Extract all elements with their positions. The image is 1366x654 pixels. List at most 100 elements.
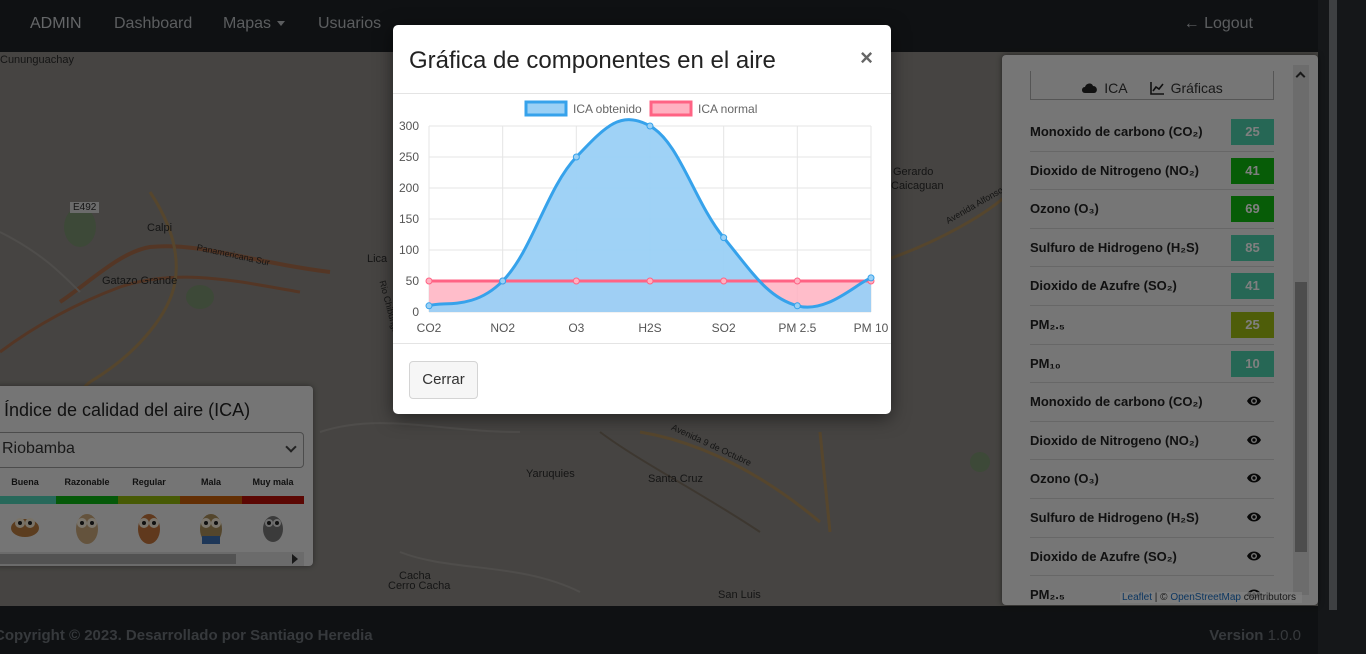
ica-color-swatch	[118, 496, 180, 504]
logout-link[interactable]: ← Logout	[1184, 15, 1253, 33]
cloud-icon	[1082, 83, 1098, 93]
y-tick-label: 300	[399, 119, 419, 133]
x-tick-label: O3	[568, 321, 584, 335]
x-tick-label: NO2	[490, 321, 515, 335]
component-row: Dioxido de Azufre (SO₂) 41	[1030, 267, 1274, 306]
component-chart-row: Monoxido de carbono (CO₂)	[1030, 383, 1274, 422]
map-attribution: Leaflet | © OpenStreetMap contributors	[1120, 592, 1302, 603]
tab-ica-label: ICA	[1104, 80, 1128, 96]
component-name: Monoxido de carbono (CO₂)	[1030, 394, 1203, 410]
nav-usuarios[interactable]: Usuarios	[318, 15, 381, 33]
x-tick-label: SO2	[712, 321, 736, 335]
components-list: Monoxido de carbono (CO₂) 25 Dioxido de Ni…	[1030, 113, 1274, 605]
component-value-badge: 10	[1231, 350, 1274, 377]
city-select[interactable]: Riobamba	[0, 432, 304, 468]
ica-color-scale	[0, 496, 304, 504]
data-point[interactable]	[425, 302, 433, 310]
eye-icon[interactable]	[1246, 433, 1262, 451]
eye-icon[interactable]	[1246, 510, 1262, 528]
ica-color-swatch	[0, 496, 56, 504]
data-point[interactable]	[499, 277, 507, 285]
legend-label[interactable]: ICA normal	[698, 102, 757, 116]
component-row: Ozono (O₃) 69	[1030, 190, 1274, 229]
data-point[interactable]	[867, 274, 875, 282]
legend-label[interactable]: ICA obtenido	[573, 102, 642, 116]
component-name: Ozono (O₃)	[1030, 471, 1099, 487]
component-name: Dioxido de Nitrogeno (NO₂)	[1030, 162, 1199, 178]
ica-color-swatch	[242, 496, 304, 504]
arrow-left-icon: ←	[1183, 15, 1200, 32]
nav-dashboard[interactable]: Dashboard	[114, 15, 192, 33]
components-scroll-thumb[interactable]	[1295, 282, 1307, 552]
leaflet-link[interactable]: Leaflet	[1122, 592, 1152, 603]
map-label: Cerro Cacha	[388, 580, 451, 592]
logout-label: Logout	[1204, 15, 1253, 32]
component-name: Sulfuro de Hidrogeno (H₂S)	[1030, 239, 1199, 255]
tab-graficas-label: Gráficas	[1170, 80, 1223, 96]
ica-legend-hscrollbar[interactable]	[0, 552, 304, 566]
ica-category-label: Muy mala	[252, 477, 294, 487]
owl-icon-mala	[180, 508, 242, 546]
close-icon[interactable]: ×	[860, 45, 873, 71]
component-chart-row: Ozono (O₃)	[1030, 460, 1274, 499]
osm-link[interactable]: OpenStreetMap	[1170, 592, 1241, 603]
data-point[interactable]	[793, 302, 801, 310]
component-name: PM₂.₅	[1030, 316, 1065, 332]
owl-icon-buena	[0, 508, 56, 546]
eye-icon[interactable]	[1246, 471, 1262, 489]
attribution-suffix: contributors	[1240, 592, 1296, 603]
data-point[interactable]	[793, 277, 801, 285]
tab-ica[interactable]: ICA	[1081, 77, 1128, 99]
chevron-right-icon[interactable]	[292, 554, 298, 564]
ica-category-label: Razonable	[64, 477, 110, 487]
component-value-badge: 41	[1231, 157, 1274, 184]
data-point[interactable]	[720, 234, 728, 242]
modal-body: 0 50 100 150 200 250 300 CO2 NO2 O3 H2S SO2 PM 2.5 PM…	[393, 94, 891, 344]
component-name: Dioxido de Azufre (SO₂)	[1030, 278, 1177, 294]
map-label: San Luis	[718, 589, 761, 601]
y-tick-label: 0	[412, 305, 419, 319]
y-tick-label: 150	[399, 212, 419, 226]
page-scrollbar[interactable]	[1318, 0, 1366, 654]
component-value-badge: 85	[1231, 234, 1274, 261]
nav-mapas-dropdown[interactable]: Mapas	[223, 15, 286, 33]
component-value-badge: 41	[1231, 273, 1274, 300]
map-label: Caicaguan	[891, 180, 944, 192]
y-tick-label: 200	[399, 181, 419, 195]
attribution-separator: | ©	[1152, 592, 1171, 603]
legend-swatch[interactable]	[524, 100, 568, 117]
owl-icon-razonable	[56, 508, 118, 546]
eye-icon[interactable]	[1246, 394, 1262, 412]
data-point[interactable]	[572, 277, 580, 285]
component-chart-row: Dioxido de Azufre (SO₂)	[1030, 538, 1274, 577]
x-tick-label: PM 2.5	[778, 321, 816, 335]
components-panel: ICA Gráficas Monoxido de carbono (CO₂) 25…	[1002, 55, 1318, 605]
data-point[interactable]	[646, 277, 654, 285]
map-label: E492	[70, 202, 100, 213]
data-point[interactable]	[572, 153, 580, 161]
chevron-up-icon[interactable]	[1295, 71, 1306, 82]
data-point[interactable]	[720, 277, 728, 285]
tab-graficas[interactable]: Gráficas	[1149, 77, 1223, 99]
data-point[interactable]	[425, 277, 433, 285]
brand-link[interactable]: ADMIN	[30, 15, 82, 33]
ica-legend-panel: Índice de calidad del aire (ICA) Riobamb…	[0, 386, 313, 566]
components-scrollbar[interactable]	[1293, 65, 1309, 595]
map-label: Cununguachay	[0, 54, 75, 66]
footer-version: Version 1.0.0	[1209, 627, 1301, 644]
components-chart: 0 50 100 150 200 250 300 CO2 NO2 O3 H2S SO2 PM 2.5 PM…	[399, 100, 889, 335]
components-tabs: ICA Gráficas	[1030, 71, 1274, 100]
page-scrollbar-thumb[interactable]	[1329, 0, 1337, 610]
legend-swatch[interactable]	[649, 100, 693, 117]
close-button[interactable]: Cerrar	[409, 361, 478, 399]
component-row: Monoxido de carbono (CO₂) 25	[1030, 113, 1274, 152]
x-tick-label: CO2	[417, 321, 442, 335]
ica-legend-scroll-thumb[interactable]	[0, 554, 236, 564]
chevron-down-icon	[285, 441, 297, 453]
map-label: Gatazo Grande	[102, 275, 178, 287]
component-name: PM₁₀	[1030, 355, 1061, 371]
component-row: PM₂.₅ 25	[1030, 306, 1274, 345]
owl-icon-muy-mala	[242, 508, 304, 546]
eye-icon[interactable]	[1246, 549, 1262, 567]
data-point[interactable]	[646, 122, 654, 130]
